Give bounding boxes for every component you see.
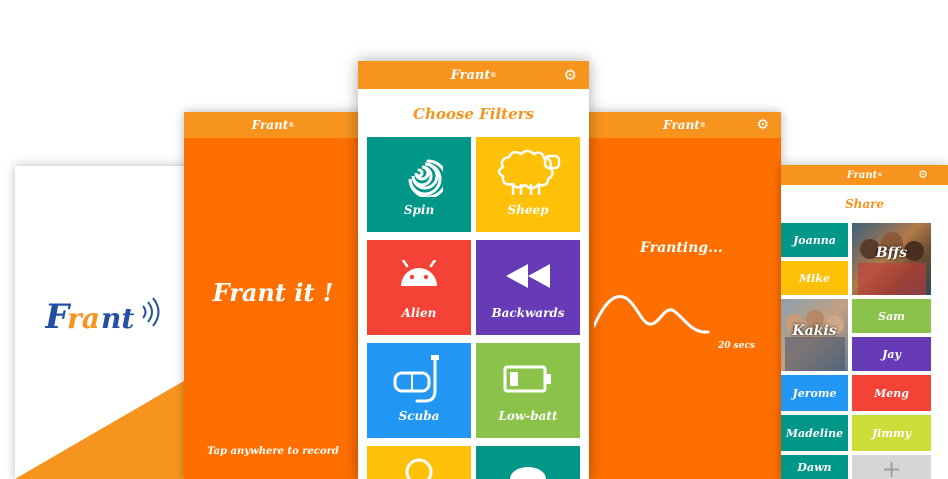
frant-logo: F ra nt	[44, 294, 160, 342]
filter-tile-partial[interactable]	[476, 446, 580, 479]
add-contact-button[interactable]: +	[852, 455, 931, 479]
record-screen[interactable]: Frant ® Frant it ! Tap anywhere to record	[184, 112, 362, 479]
top-bar: Frant ® ⚙	[588, 112, 781, 138]
svg-text:ra: ra	[67, 302, 100, 335]
franting-status: Franting...	[640, 240, 723, 256]
contact-tile-jerome[interactable]: Jerome	[781, 375, 848, 411]
filter-label: Sheep	[507, 203, 549, 217]
contact-tile-dawn[interactable]: Dawn	[781, 455, 848, 479]
top-bar: Frant ® ⚙	[781, 165, 948, 185]
gear-icon[interactable]: ⚙	[564, 66, 577, 84]
filters-heading: Choose Filters	[413, 105, 534, 123]
gear-icon[interactable]: ⚙	[918, 168, 928, 181]
svg-text:nt: nt	[101, 302, 134, 335]
filter-tile-low-batt[interactable]: Low-batt	[476, 343, 580, 438]
filter-tile-scuba[interactable]: Scuba	[367, 343, 471, 438]
contact-tile-mike[interactable]: Mike	[781, 261, 848, 295]
splash-screen: F ra nt	[15, 166, 201, 479]
app-name: Frant	[846, 169, 878, 181]
share-screen: Frant ® ⚙ Share Joanna Mike Bffs Kakis Sa…	[781, 165, 948, 479]
sheep-icon	[476, 149, 580, 197]
group-tile-kakis[interactable]: Kakis	[781, 299, 848, 371]
recording-timer: 20 secs	[718, 341, 755, 351]
scuba-mask-icon	[367, 355, 471, 403]
contact-tile-meng[interactable]: Meng	[852, 375, 931, 411]
filter-icon-partial	[510, 467, 546, 479]
app-name: Frant	[251, 118, 289, 132]
contact-tile-madeline[interactable]: Madeline	[781, 415, 848, 451]
contact-tile-joanna[interactable]: Joanna	[781, 223, 848, 257]
android-icon	[367, 260, 471, 288]
record-title: Frant it !	[212, 278, 334, 307]
spiral-icon	[367, 149, 471, 197]
filter-icon-partial	[405, 458, 433, 479]
contact-tile-jimmy[interactable]: Jimmy	[852, 415, 931, 451]
filter-label: Low-batt	[498, 409, 558, 423]
filter-tile-partial[interactable]	[367, 446, 471, 479]
app-name: Frant	[450, 67, 491, 83]
record-hint: Tap anywhere to record	[207, 446, 339, 457]
top-bar: Frant ® ⚙	[358, 61, 589, 89]
filter-label: Spin	[403, 203, 435, 217]
filter-label: Scuba	[398, 409, 440, 423]
battery-low-icon	[476, 365, 580, 393]
contact-tile-jay[interactable]: Jay	[852, 337, 931, 371]
top-bar: Frant ®	[184, 112, 362, 138]
app-name: Frant	[663, 118, 700, 132]
filter-label: Backwards	[491, 306, 565, 320]
group-tile-bffs[interactable]: Bffs	[852, 223, 931, 295]
filter-label: Alien	[401, 306, 437, 320]
rewind-icon	[476, 264, 580, 288]
waveform-icon	[594, 295, 710, 334]
filter-tile-alien[interactable]: Alien	[367, 240, 471, 335]
contact-tile-sam[interactable]: Sam	[852, 299, 931, 333]
filters-screen: Frant ® ⚙ Choose Filters Spin Sheep Alie…	[358, 61, 589, 479]
gear-icon[interactable]: ⚙	[756, 117, 769, 133]
filter-tile-sheep[interactable]: Sheep	[476, 137, 580, 232]
filter-tile-backwards[interactable]: Backwards	[476, 240, 580, 335]
share-title: Share	[844, 197, 885, 211]
filter-tile-spin[interactable]: Spin	[367, 137, 471, 232]
franting-screen: Frant ® ⚙ Franting... 20 secs	[588, 112, 781, 479]
